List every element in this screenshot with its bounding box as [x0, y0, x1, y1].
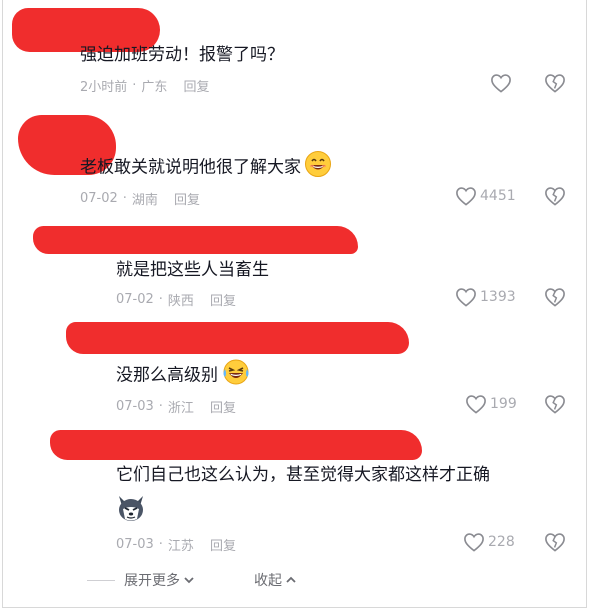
dislike-button[interactable] [544, 532, 566, 556]
like-button[interactable]: 228 [463, 532, 515, 552]
heart-icon [466, 395, 486, 414]
dislike-button[interactable] [544, 73, 566, 97]
comment-meta: 2小时前 · 广东 回复 [80, 76, 209, 95]
comment-meta: 07-03 · 浙江 回复 [116, 397, 236, 416]
reply-button[interactable]: 回复 [210, 290, 236, 309]
reply-button[interactable]: 回复 [210, 535, 236, 554]
comment-location: 江苏 [167, 539, 194, 554]
heart-icon [456, 187, 476, 206]
reply-button[interactable]: 回复 [183, 76, 209, 95]
broken-heart-icon [545, 74, 565, 93]
like-count: 199 [490, 396, 517, 412]
heart-icon [456, 288, 476, 307]
separator-dot: · [158, 399, 163, 414]
grin-emoji [304, 150, 332, 185]
redacted-avatar-username [66, 322, 409, 354]
like-button[interactable]: 199 [465, 394, 517, 414]
separator-dot: · [158, 537, 163, 552]
comment-time: 2小时前 [80, 80, 128, 95]
collapse-button[interactable]: 收起 [254, 570, 298, 590]
separator-dot: · [132, 78, 137, 93]
comment-text: 强迫加班劳动！报警了吗？ [80, 45, 284, 65]
comment-meta: 07-02 · 陕西 回复 [116, 290, 236, 309]
laugh-cry-emoji [221, 358, 251, 393]
comment-location: 湖南 [131, 193, 158, 208]
comment-meta: 07-02 · 湖南 回复 [80, 189, 200, 208]
comment-text: 它们自己也这么认为，甚至觉得大家都这样才正确 [116, 465, 490, 485]
like-button[interactable] [490, 73, 512, 93]
separator-dot: · [158, 292, 163, 307]
like-button[interactable]: 4451 [455, 186, 516, 206]
comment-location: 广东 [141, 80, 168, 95]
like-count: 228 [488, 534, 515, 550]
separator-dot: · [122, 191, 127, 206]
broken-heart-icon [545, 288, 565, 307]
replies-footer: 展开更多 收起 [0, 568, 590, 592]
comment-location: 浙江 [167, 401, 194, 416]
chevron-up-icon [286, 576, 296, 583]
comment-text: 没那么高级别 [116, 358, 251, 393]
comment-text: 老板敢关就说明他很了解大家 [80, 150, 332, 185]
redacted-avatar-username [33, 226, 358, 254]
like-button[interactable]: 1393 [455, 287, 516, 307]
broken-heart-icon [545, 395, 565, 414]
comment-location: 陕西 [167, 294, 194, 309]
comment-time: 07-02 [80, 191, 118, 206]
comment-time: 07-02 [116, 292, 154, 307]
heart-icon [491, 74, 511, 93]
comment-time: 07-03 [116, 537, 154, 552]
comment-text: 就是把这些人当畜生 [116, 260, 269, 280]
broken-heart-icon [545, 533, 565, 552]
reply-button[interactable]: 回复 [174, 189, 200, 208]
like-count: 1393 [480, 289, 516, 305]
redacted-avatar-username [50, 430, 422, 460]
like-count: 4451 [480, 188, 516, 204]
dislike-button[interactable] [544, 186, 566, 210]
expand-more-button[interactable]: 展开更多 [124, 570, 196, 590]
husky-dog-emoji [115, 493, 147, 527]
dislike-button[interactable] [544, 394, 566, 418]
comment-time: 07-03 [116, 399, 154, 414]
dislike-button[interactable] [544, 287, 566, 311]
comment-meta: 07-03 · 江苏 回复 [116, 535, 236, 554]
reply-button[interactable]: 回复 [210, 397, 236, 416]
heart-icon [464, 533, 484, 552]
broken-heart-icon [545, 187, 565, 206]
chevron-down-icon [184, 577, 194, 584]
divider-line [87, 580, 115, 581]
